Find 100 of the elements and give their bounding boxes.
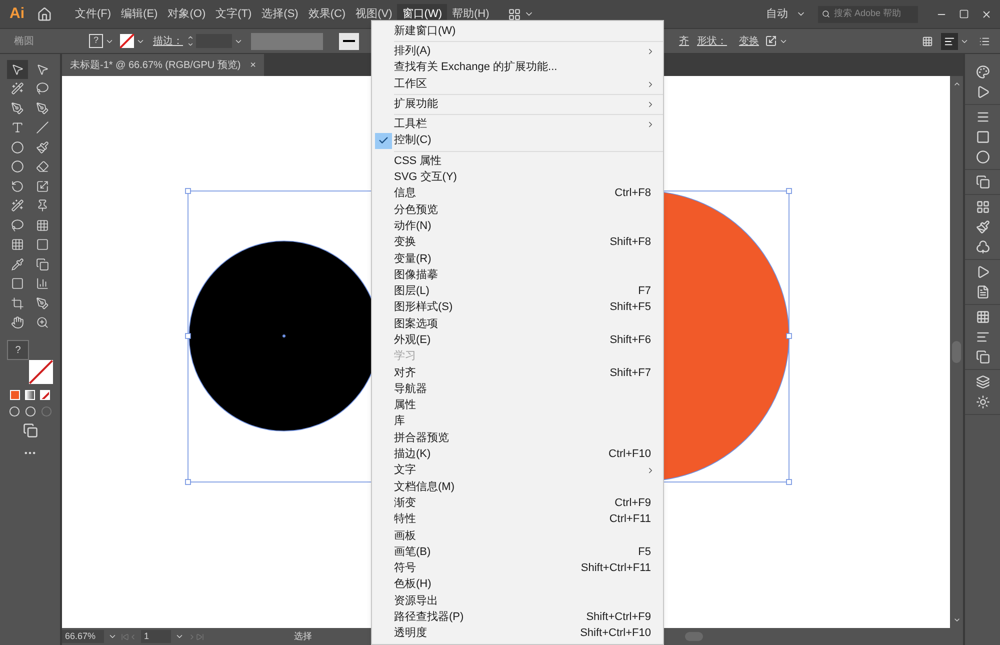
screen-mode-icon[interactable]	[22, 423, 38, 438]
document-title: 未标题-1* @ 66.67% (RGB/GPU 预览)	[70, 58, 241, 72]
menu-item[interactable]: 动作(N)	[372, 218, 663, 235]
menu-item[interactable]: 变量(R)	[372, 250, 663, 268]
selection-handle[interactable]	[786, 479, 792, 485]
align-icon[interactable]	[976, 330, 990, 344]
fill-swatch[interactable]: ?	[89, 34, 103, 48]
dropdown-caret-icon[interactable]	[175, 632, 184, 641]
sun-icon[interactable]	[976, 395, 990, 409]
transform-options-icon[interactable]	[765, 35, 777, 47]
menu-item[interactable]: 透明度 Shift+Ctrl+F10	[372, 626, 663, 642]
object-type-label: 椭圆	[14, 34, 35, 48]
menu-item[interactable]: 工作区	[372, 76, 663, 92]
menu-item[interactable]: 对象(O)	[162, 4, 211, 24]
draw-normal-icon[interactable]	[8, 406, 20, 417]
menu-item[interactable]: 变换 Shift+F8	[372, 234, 663, 251]
menu-item[interactable]: 导航器	[372, 381, 663, 398]
scroll-down-icon[interactable]	[952, 616, 960, 624]
menu-item[interactable]: 描边(K) Ctrl+F10	[372, 446, 663, 463]
menu-item[interactable]: 路径查找器(P) Shift+Ctrl+F9	[372, 609, 663, 626]
align-panel-button[interactable]	[941, 32, 958, 50]
menu-item[interactable]: 文字(T)	[210, 4, 257, 24]
menu-item[interactable]: 扩展功能	[372, 96, 663, 112]
zoom-field[interactable]: 66.67%	[62, 630, 104, 644]
align-label[interactable]: 齐	[679, 34, 689, 48]
maximize-icon[interactable]	[959, 9, 969, 19]
menu-item[interactable]: 画笔(B) F5	[372, 544, 663, 560]
fill-swatch[interactable]: ?	[7, 340, 29, 360]
selection-tool-icon[interactable]	[7, 60, 28, 78]
dropdown-caret-icon[interactable]	[108, 632, 117, 641]
gradient-mode-swatch[interactable]	[25, 390, 35, 400]
none-mode-swatch[interactable]	[40, 390, 50, 400]
menu-item[interactable]: 文档信息(M)	[372, 479, 663, 496]
workspace-switcher[interactable]: 自动	[766, 6, 806, 22]
club-icon[interactable]	[976, 240, 990, 254]
menu-item[interactable]: 特性 Ctrl+F11	[372, 512, 663, 528]
menu-item[interactable]: 图层(L) F7	[372, 283, 663, 300]
palette-icon[interactable]	[976, 65, 990, 79]
stepper-icon[interactable]	[187, 34, 194, 48]
menu-item[interactable]: 分色预览	[372, 202, 663, 218]
scroll-up-icon[interactable]	[952, 80, 960, 88]
menu-item[interactable]: 图形样式(S) Shift+F5	[372, 300, 663, 316]
menu-item[interactable]: 外观(E) Shift+F6	[372, 332, 663, 349]
play-icon[interactable]	[976, 265, 990, 279]
select-similar-icon[interactable]	[922, 36, 933, 46]
menu-item[interactable]: 排列(A)	[372, 43, 663, 60]
menu-item[interactable]: 视图(V)	[350, 4, 398, 24]
menu-item[interactable]: 新建窗口(W)	[372, 23, 663, 40]
menu-item[interactable]: 对齐 Shift+F7	[372, 364, 663, 382]
menu-item[interactable]: 文件(F)	[70, 4, 116, 24]
center-point	[282, 334, 286, 338]
selection-handle[interactable]	[786, 333, 792, 339]
menu-item[interactable]: 资源导出	[372, 593, 663, 610]
menu-item[interactable]: 工具栏	[372, 116, 663, 133]
selection-handle[interactable]	[185, 188, 191, 194]
artboard-field[interactable]: 1	[141, 630, 171, 644]
menu-item[interactable]: 选择(S)	[256, 4, 304, 24]
stroke-label[interactable]: 描边：	[153, 34, 183, 48]
panel-menu-icon[interactable]	[979, 36, 990, 46]
color-mode-swatch[interactable]	[10, 390, 20, 400]
search-field[interactable]: 搜索 Adobe 帮助	[818, 6, 918, 22]
menu-item[interactable]: 图案选项	[372, 316, 663, 332]
document-info-icon[interactable]	[976, 285, 990, 299]
menu-item[interactable]: 编辑(E)	[116, 4, 163, 24]
menu-item[interactable]: 库	[372, 414, 663, 430]
menu-item[interactable]: 控制(C)	[372, 132, 663, 150]
menu-item[interactable]: 拼合器预览	[372, 430, 663, 446]
menu-item[interactable]: SVG 交互(Y)	[372, 169, 663, 186]
selection-handle[interactable]	[185, 479, 191, 485]
tab-close-button[interactable]: ×	[250, 58, 256, 72]
menu-item[interactable]: 渐变 Ctrl+F9	[372, 495, 663, 512]
menu-item[interactable]: CSS 属性	[372, 153, 663, 170]
stroke-none-swatch[interactable]	[120, 34, 134, 48]
brushes-icon[interactable]	[976, 220, 990, 234]
lines-icon[interactable]	[976, 110, 990, 124]
menu-item[interactable]: 色板(H)	[372, 576, 663, 594]
menu-item[interactable]: 效果(C)	[303, 4, 351, 24]
arrange-documents-icon[interactable]	[508, 8, 522, 20]
menu-item[interactable]: 属性	[372, 398, 663, 414]
home-icon[interactable]	[37, 6, 52, 22]
shape-label[interactable]: 形状：	[697, 34, 727, 48]
menu-item[interactable]: 帮助(H)	[447, 4, 494, 24]
close-icon[interactable]	[981, 8, 992, 20]
document-tab[interactable]: 未标题-1* @ 66.67% (RGB/GPU 预览) ×	[62, 54, 264, 76]
draw-behind-icon[interactable]	[24, 406, 36, 417]
menu-item[interactable]: 图像描摹	[372, 267, 663, 284]
menu-item[interactable]: 信息 Ctrl+F8	[372, 186, 663, 202]
transform-label[interactable]: 变换	[739, 34, 759, 48]
checkmark-icon	[374, 132, 392, 149]
selection-handle[interactable]	[185, 333, 191, 339]
stroke-none-swatch[interactable]	[29, 360, 53, 384]
layers-icon[interactable]	[976, 375, 990, 389]
brush-definition[interactable]	[339, 32, 359, 50]
menu-item[interactable]: 画板	[372, 528, 663, 544]
menu-item[interactable]: 符号 Shift+Ctrl+F11	[372, 560, 663, 577]
menu-item[interactable]: 查找有关 Exchange 的扩展功能...	[372, 60, 663, 76]
align-icon	[944, 36, 955, 46]
selection-handle[interactable]	[786, 188, 792, 194]
menu-item[interactable]: 文字	[372, 462, 663, 480]
app-logo: Ai	[8, 4, 26, 24]
